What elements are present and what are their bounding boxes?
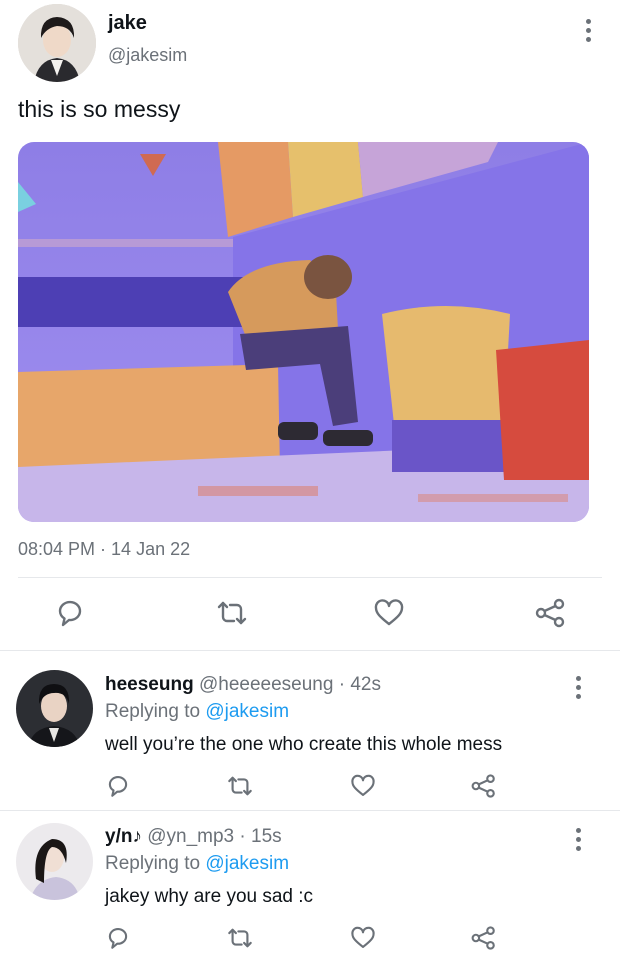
tweet-text: this is so messy — [18, 96, 181, 122]
author-avatar[interactable] — [18, 4, 96, 82]
reply-meta[interactable]: @heeeeeseung · 42s — [199, 674, 381, 695]
tweet-image[interactable] — [18, 142, 589, 522]
reply-avatar[interactable] — [16, 670, 93, 747]
replying-to-link[interactable]: @jakesim — [205, 701, 289, 722]
heart-icon[interactable] — [350, 925, 376, 951]
more-options-icon[interactable] — [575, 676, 581, 699]
more-options-icon[interactable] — [575, 828, 581, 851]
replying-to-link[interactable]: @jakesim — [205, 853, 289, 874]
reply-header: y/n♪ @yn_mp3 · 15s — [105, 826, 282, 848]
replying-to: Replying to @jakesim — [105, 701, 289, 723]
reply-text: well you’re the one who create this whol… — [105, 734, 503, 755]
author-handle[interactable]: @jakesim — [108, 45, 187, 66]
author-name[interactable]: jake — [108, 12, 147, 35]
reply-icon[interactable] — [105, 925, 131, 951]
divider — [18, 577, 602, 578]
tweet-timestamp: 08:04 PM · 14 Jan 22 — [18, 539, 191, 559]
reply-author-name[interactable]: heeseung — [105, 674, 194, 695]
replying-to: Replying to @jakesim — [105, 853, 289, 875]
share-icon[interactable] — [471, 925, 497, 951]
more-options-icon[interactable] — [585, 19, 591, 42]
heart-icon[interactable] — [350, 773, 376, 799]
reply-icon[interactable] — [105, 773, 131, 799]
reply-icon[interactable] — [54, 598, 86, 628]
divider — [0, 810, 620, 811]
reply-avatar[interactable] — [16, 823, 93, 900]
reply-author-name[interactable]: y/n♪ — [105, 826, 142, 847]
reply-meta[interactable]: @yn_mp3 · 15s — [147, 826, 281, 847]
retweet-icon[interactable] — [226, 925, 254, 951]
heart-icon[interactable] — [373, 598, 405, 628]
share-icon[interactable] — [471, 773, 497, 799]
reply-header: heeseung @heeeeeseung · 42s — [105, 674, 381, 696]
retweet-icon[interactable] — [226, 773, 254, 799]
replying-label: Replying to — [105, 853, 201, 874]
share-icon[interactable] — [535, 598, 567, 628]
replying-label: Replying to — [105, 701, 201, 722]
divider — [0, 650, 620, 651]
retweet-icon[interactable] — [215, 598, 249, 628]
reply-text: jakey why are you sad :c — [105, 886, 314, 907]
